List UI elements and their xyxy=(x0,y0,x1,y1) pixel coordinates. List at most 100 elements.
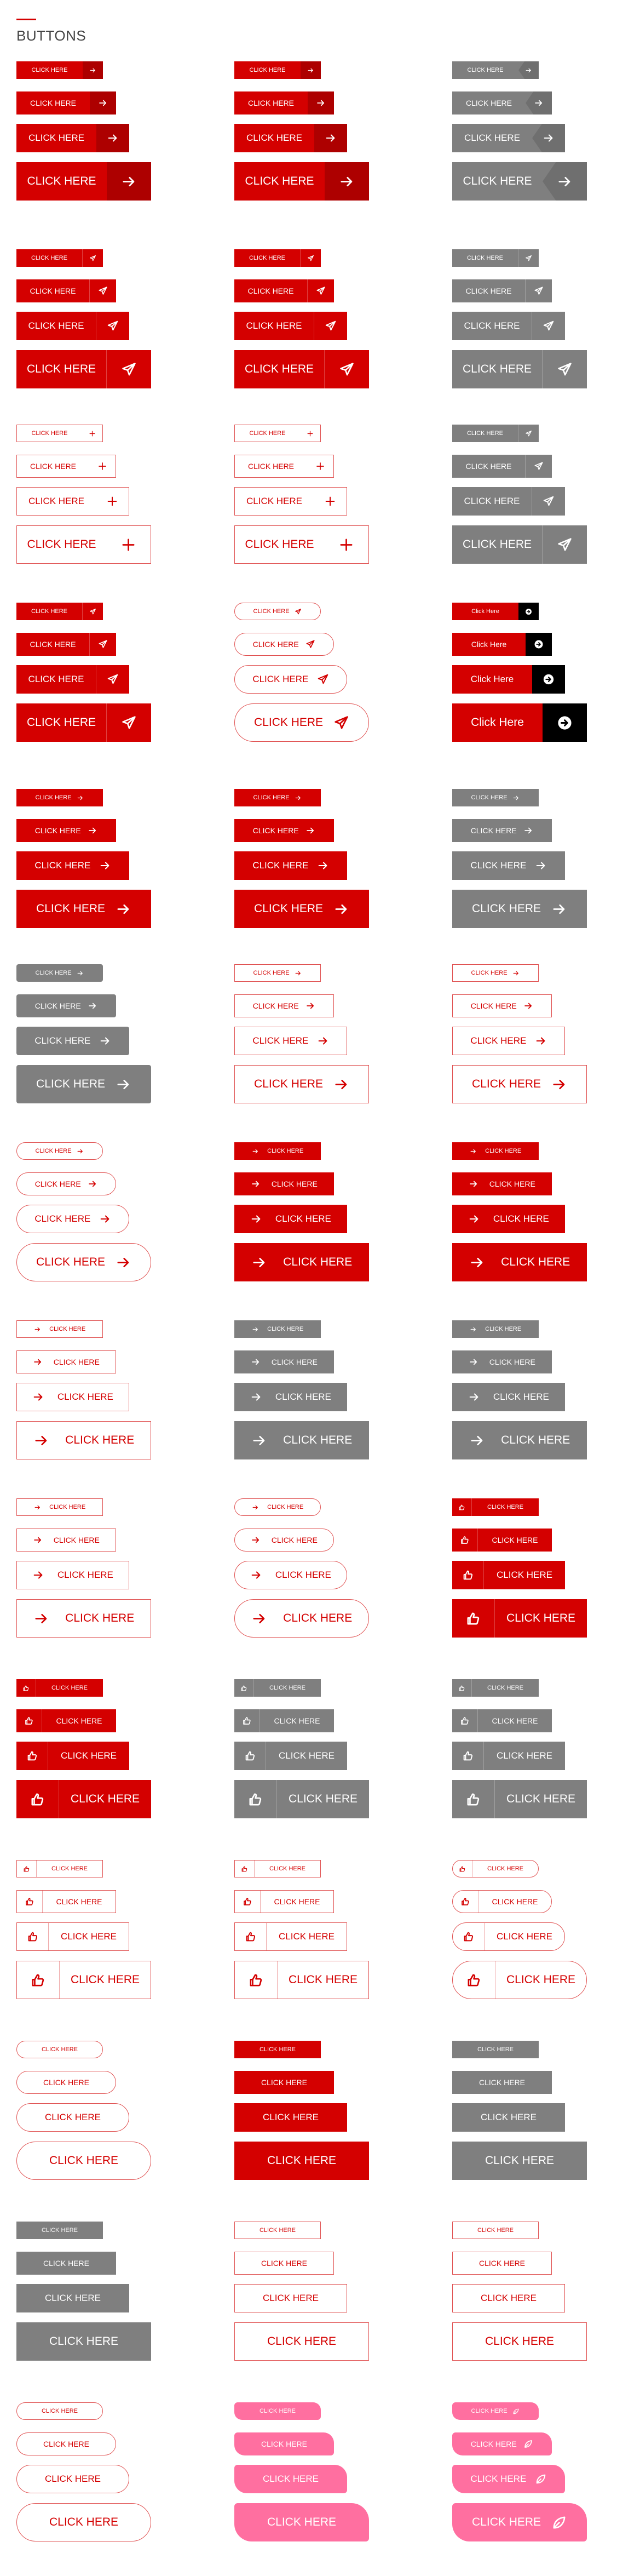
click-here-button[interactable]: CLICK HERE xyxy=(452,455,552,478)
click-here-button[interactable]: CLICK HERE xyxy=(234,1172,334,1195)
click-here-button[interactable]: CLICK HERE xyxy=(234,162,369,201)
click-here-button[interactable]: CLICK HERE xyxy=(234,455,334,478)
click-here-button[interactable]: CLICK HERE xyxy=(234,1742,347,1770)
click-here-button[interactable]: Click Here xyxy=(452,703,587,742)
click-here-button[interactable]: CLICK HERE xyxy=(452,994,552,1017)
click-here-button[interactable]: CLICK HERE xyxy=(16,994,116,1017)
click-here-button[interactable]: CLICK HERE xyxy=(452,1599,587,1638)
click-here-button[interactable]: CLICK HERE xyxy=(452,1205,565,1233)
click-here-button[interactable]: CLICK HERE xyxy=(234,1599,369,1638)
click-here-button[interactable]: CLICK HERE xyxy=(452,1065,587,1103)
click-here-button[interactable]: CLICK HERE xyxy=(234,2252,334,2275)
click-here-button[interactable]: CLICK HERE xyxy=(234,2503,369,2541)
click-here-button[interactable]: CLICK HERE xyxy=(452,91,552,115)
click-here-button[interactable]: CLICK HERE xyxy=(16,425,103,442)
click-here-button[interactable]: CLICK HERE xyxy=(452,2284,565,2312)
click-here-button[interactable]: CLICK HERE xyxy=(16,703,151,742)
click-here-button[interactable]: CLICK HERE xyxy=(16,2103,129,2132)
click-here-button[interactable]: CLICK HERE xyxy=(16,1679,103,1697)
click-here-button[interactable]: CLICK HERE xyxy=(16,633,116,656)
click-here-button[interactable]: CLICK HERE xyxy=(16,1561,129,1589)
click-here-button[interactable]: CLICK HERE xyxy=(234,890,369,928)
click-here-button[interactable]: CLICK HERE xyxy=(234,1922,347,1951)
click-here-button[interactable]: CLICK HERE xyxy=(16,1890,116,1913)
click-here-button[interactable]: CLICK HERE xyxy=(234,1860,321,1877)
click-here-button[interactable]: CLICK HERE xyxy=(16,1350,116,1373)
click-here-button[interactable]: CLICK HERE xyxy=(452,2071,552,2094)
click-here-button[interactable]: CLICK HERE xyxy=(16,455,116,478)
click-here-button[interactable]: CLICK HERE xyxy=(234,2432,334,2455)
click-here-button[interactable]: CLICK HERE xyxy=(16,1860,103,1877)
click-here-button[interactable]: CLICK HERE xyxy=(452,2503,587,2541)
click-here-button[interactable]: CLICK HERE xyxy=(452,162,587,201)
click-here-button[interactable]: CLICK HERE xyxy=(452,1529,552,1552)
click-here-button[interactable]: CLICK HERE xyxy=(16,890,151,928)
click-here-button[interactable]: CLICK HERE xyxy=(452,1142,539,1160)
click-here-button[interactable]: CLICK HERE xyxy=(452,1890,552,1913)
click-here-button[interactable]: CLICK HERE xyxy=(234,91,334,115)
click-here-button[interactable]: CLICK HERE xyxy=(452,1027,565,1055)
click-here-button[interactable]: CLICK HERE xyxy=(452,525,587,564)
click-here-button[interactable]: CLICK HERE xyxy=(452,2402,539,2420)
click-here-button[interactable]: CLICK HERE xyxy=(234,1890,334,1913)
click-here-button[interactable]: CLICK HERE xyxy=(452,1961,587,1999)
click-here-button[interactable]: CLICK HERE xyxy=(452,964,539,982)
click-here-button[interactable]: CLICK HERE xyxy=(452,2322,587,2361)
click-here-button[interactable]: CLICK HERE xyxy=(452,1742,565,1770)
click-here-button[interactable]: CLICK HERE xyxy=(234,61,321,79)
click-here-button[interactable]: CLICK HERE xyxy=(16,1205,129,1233)
click-here-button[interactable]: CLICK HERE xyxy=(234,1421,369,1459)
click-here-button[interactable]: CLICK HERE xyxy=(16,2252,116,2275)
click-here-button[interactable]: CLICK HERE xyxy=(16,124,129,152)
click-here-button[interactable]: CLICK HERE xyxy=(234,2402,321,2420)
click-here-button[interactable]: CLICK HERE xyxy=(452,1172,552,1195)
click-here-button[interactable]: CLICK HERE xyxy=(452,279,552,302)
click-here-button[interactable]: CLICK HERE xyxy=(234,1561,347,1589)
click-here-button[interactable]: CLICK HERE xyxy=(452,1350,552,1373)
click-here-button[interactable]: CLICK HERE xyxy=(452,1922,565,1951)
click-here-button[interactable]: CLICK HERE xyxy=(452,1709,552,1732)
click-here-button[interactable]: CLICK HERE xyxy=(234,487,347,516)
click-here-button[interactable]: CLICK HERE xyxy=(16,789,103,806)
click-here-button[interactable]: CLICK HERE xyxy=(234,1961,369,1999)
click-here-button[interactable]: CLICK HERE xyxy=(452,789,539,806)
click-here-button[interactable]: CLICK HERE xyxy=(16,249,103,267)
click-here-button[interactable]: CLICK HERE xyxy=(234,249,321,267)
click-here-button[interactable]: CLICK HERE xyxy=(452,1243,587,1281)
click-here-button[interactable]: CLICK HERE xyxy=(234,124,347,152)
click-here-button[interactable]: CLICK HERE xyxy=(16,1065,151,1103)
click-here-button[interactable]: CLICK HERE xyxy=(452,1780,587,1818)
click-here-button[interactable]: CLICK HERE xyxy=(452,1679,539,1697)
click-here-button[interactable]: CLICK HERE xyxy=(234,1027,347,1055)
click-here-button[interactable]: CLICK HERE xyxy=(452,1860,539,1877)
click-here-button[interactable]: CLICK HERE xyxy=(234,1142,321,1160)
click-here-button[interactable]: CLICK HERE xyxy=(16,2465,129,2493)
click-here-button[interactable]: CLICK HERE xyxy=(234,2071,334,2094)
click-here-button[interactable]: CLICK HERE xyxy=(16,2142,151,2180)
click-here-button[interactable]: CLICK HERE xyxy=(452,425,539,442)
click-here-button[interactable]: CLICK HERE xyxy=(16,2503,151,2541)
click-here-button[interactable]: CLICK HERE xyxy=(16,1142,103,1160)
click-here-button[interactable]: CLICK HERE xyxy=(234,425,321,442)
click-here-button[interactable]: CLICK HERE xyxy=(16,819,116,842)
click-here-button[interactable]: CLICK HERE xyxy=(452,1383,565,1411)
click-here-button[interactable]: CLICK HERE xyxy=(234,2322,369,2361)
click-here-button[interactable]: CLICK HERE xyxy=(234,633,334,656)
click-here-button[interactable]: CLICK HERE xyxy=(16,1027,129,1055)
click-here-button[interactable]: CLICK HERE xyxy=(16,91,116,115)
click-here-button[interactable]: CLICK HERE xyxy=(16,162,151,201)
click-here-button[interactable]: CLICK HERE xyxy=(452,1561,565,1589)
click-here-button[interactable]: CLICK HERE xyxy=(234,1709,334,1732)
click-here-button[interactable]: CLICK HERE xyxy=(16,1498,103,1516)
click-here-button[interactable]: CLICK HERE xyxy=(452,1421,587,1459)
click-here-button[interactable]: CLICK HERE xyxy=(452,2142,587,2180)
click-here-button[interactable]: CLICK HERE xyxy=(16,1922,129,1951)
click-here-button[interactable]: CLICK HERE xyxy=(16,1243,151,1281)
click-here-button[interactable]: CLICK HERE xyxy=(16,525,151,564)
click-here-button[interactable]: CLICK HERE xyxy=(16,603,103,620)
click-here-button[interactable]: CLICK HERE xyxy=(452,2103,565,2132)
click-here-button[interactable]: CLICK HERE xyxy=(234,2465,347,2493)
click-here-button[interactable]: Click Here xyxy=(452,665,565,694)
click-here-button[interactable]: CLICK HERE xyxy=(452,350,587,388)
click-here-button[interactable]: CLICK HERE xyxy=(16,1709,116,1732)
